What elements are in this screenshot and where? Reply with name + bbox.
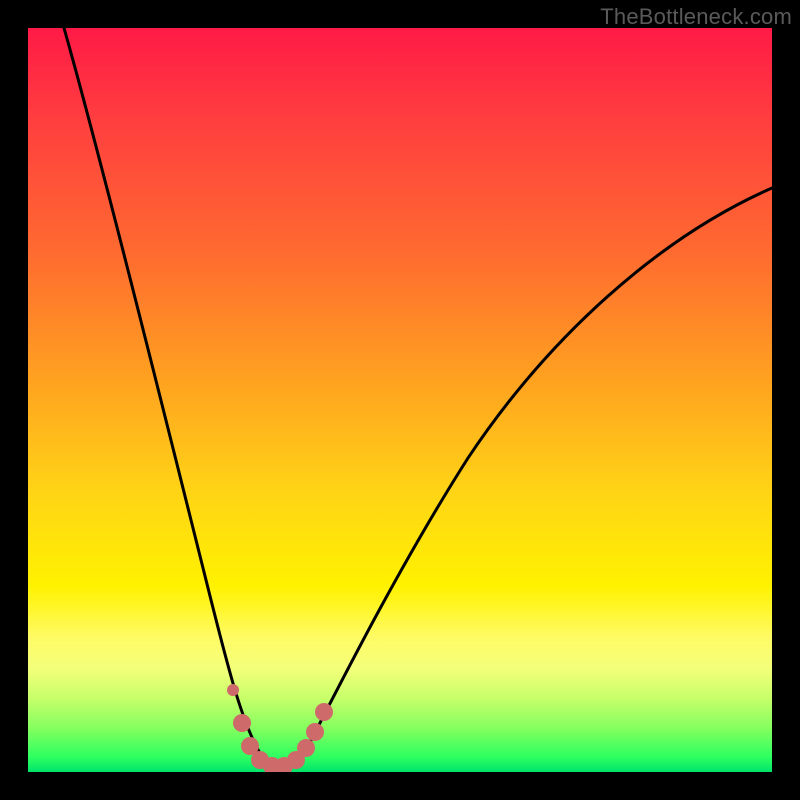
- outer-frame: TheBottleneck.com: [0, 0, 800, 800]
- dot: [306, 723, 324, 741]
- watermark-text: TheBottleneck.com: [600, 4, 792, 30]
- plot-area: [28, 28, 772, 772]
- highlight-dots: [28, 28, 772, 772]
- dot: [233, 714, 251, 732]
- dot: [297, 739, 315, 757]
- dot: [227, 684, 239, 696]
- dot: [315, 703, 333, 721]
